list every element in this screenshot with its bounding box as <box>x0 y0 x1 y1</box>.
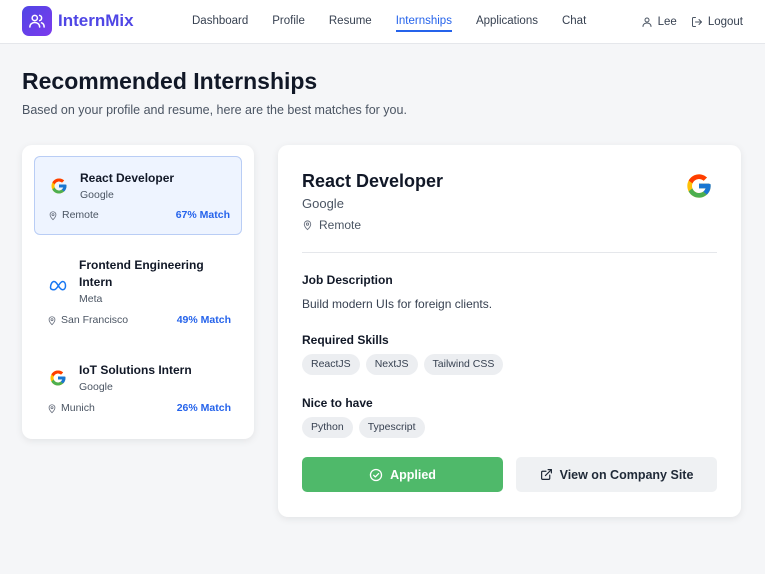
map-pin-icon <box>49 210 57 220</box>
card-location: Remote <box>48 209 99 221</box>
logout-label: Logout <box>707 16 743 28</box>
internship-list: React Developer Google Remote 67% Match … <box>22 145 254 439</box>
logout-icon <box>691 17 702 27</box>
required-skills-heading: Required Skills <box>302 333 389 347</box>
view-company-site-label: View on Company Site <box>559 467 694 482</box>
card-location: Munich <box>47 402 95 414</box>
logout-button[interactable]: Logout <box>691 16 743 28</box>
external-link-icon <box>540 469 552 480</box>
app-logo[interactable]: InternMix <box>22 6 134 36</box>
app-name: InternMix <box>58 11 134 30</box>
map-pin-icon <box>48 315 56 325</box>
applied-label: Applied <box>390 467 436 482</box>
nav-resume[interactable]: Resume <box>329 0 372 44</box>
internship-card-frontend-engineering-intern[interactable]: Frontend Engineering Intern Meta San Fra… <box>34 249 242 335</box>
user-icon <box>642 17 652 27</box>
main-nav: Dashboard Profile Resume Internships App… <box>192 0 610 44</box>
map-pin-icon <box>303 220 312 231</box>
user-name: Lee <box>657 16 677 28</box>
page-title: Recommended Internships <box>22 68 318 94</box>
skill-tag: Python <box>302 417 353 438</box>
match-score: 49% Match <box>176 314 231 326</box>
card-title: React Developer <box>80 171 175 185</box>
card-company: Google <box>79 381 113 393</box>
google-logo-icon <box>47 367 69 389</box>
nav-internships[interactable]: Internships <box>395 0 453 44</box>
applied-button[interactable]: Applied <box>302 457 503 492</box>
skill-tag: NextJS <box>365 354 418 375</box>
skill-tag: Tailwind CSS <box>423 354 504 375</box>
google-logo-icon <box>48 175 70 197</box>
skill-tag: ReactJS <box>302 354 360 375</box>
user-menu[interactable]: Lee <box>641 16 677 28</box>
nice-to-have-list: Python Typescript <box>302 417 431 438</box>
card-company: Meta <box>79 293 103 305</box>
nav-chat[interactable]: Chat <box>562 0 586 44</box>
detail-title: React Developer <box>302 171 444 191</box>
top-nav-bar: InternMix Dashboard Profile Resume Inter… <box>0 0 765 44</box>
card-title: IoT Solutions Intern <box>79 363 192 377</box>
required-skills-list: ReactJS NextJS Tailwind CSS <box>302 354 509 375</box>
internship-card-react-developer[interactable]: React Developer Google Remote 67% Match <box>34 156 242 235</box>
internship-detail: React Developer Google Remote Job Descri… <box>278 145 741 517</box>
card-location: San Francisco <box>47 314 128 326</box>
nav-applications[interactable]: Applications <box>476 0 538 44</box>
card-location-text: San Francisco <box>61 314 129 326</box>
divider <box>302 252 717 253</box>
view-company-site-button[interactable]: View on Company Site <box>516 457 717 492</box>
card-company: Google <box>80 189 114 201</box>
job-description-text: Build modern UIs for foreign clients. <box>302 297 493 311</box>
detail-location: Remote <box>302 218 361 232</box>
users-icon <box>22 6 52 36</box>
detail-company: Google <box>302 196 344 211</box>
map-pin-icon <box>48 403 56 413</box>
internship-card-iot-solutions-intern[interactable]: IoT Solutions Intern Google Munich 26% M… <box>34 357 242 427</box>
card-location-text: Munich <box>61 402 95 414</box>
page-subtitle: Based on your profile and resume, here a… <box>22 103 407 117</box>
user-area: Lee Logout <box>641 0 743 44</box>
card-location-text: Remote <box>62 209 99 221</box>
nav-profile[interactable]: Profile <box>272 0 305 44</box>
match-score: 67% Match <box>175 209 230 221</box>
nice-to-have-heading: Nice to have <box>302 396 373 410</box>
check-circle-icon <box>369 468 383 481</box>
detail-location-text: Remote <box>319 218 362 232</box>
meta-logo-icon <box>47 274 69 296</box>
google-logo-icon <box>685 172 713 200</box>
card-title: Frontend Engineering Intern <box>79 258 204 289</box>
match-score: 26% Match <box>176 402 231 414</box>
job-description-heading: Job Description <box>302 273 393 287</box>
skill-tag: Typescript <box>358 417 425 438</box>
nav-dashboard[interactable]: Dashboard <box>192 0 248 44</box>
